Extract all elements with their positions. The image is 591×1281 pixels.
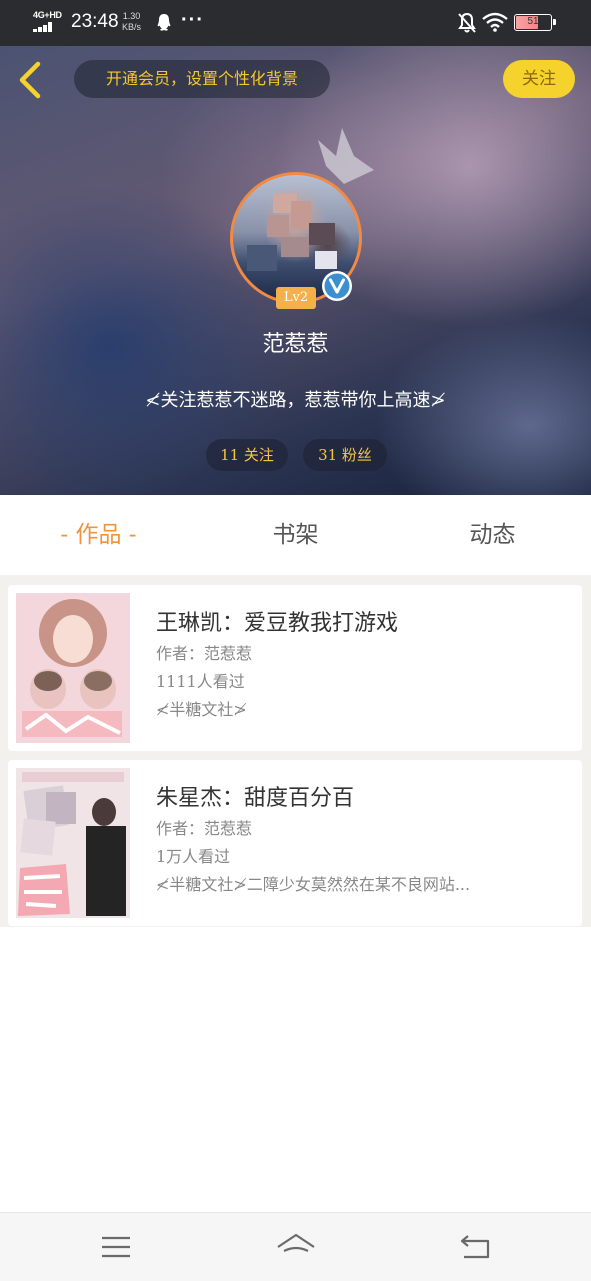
- network-speed: 1.30 KB/s: [122, 11, 142, 32]
- profile-signature: ≮关注惹惹不迷路，惹惹带你上高速≯: [145, 390, 446, 411]
- tab-activity[interactable]: 动态: [394, 495, 591, 575]
- qq-icon: [157, 14, 171, 31]
- following-count[interactable]: 11 关注: [206, 439, 288, 471]
- network-type: 4G+HD: [33, 10, 62, 20]
- back-icon[interactable]: [458, 1233, 492, 1261]
- clock: 23:48: [71, 11, 119, 32]
- work-title[interactable]: 朱星杰：甜度百分百: [156, 780, 354, 812]
- battery-icon: 51: [514, 14, 556, 31]
- mute-bell-icon: [458, 12, 476, 33]
- back-chevron-icon[interactable]: [14, 58, 50, 102]
- battery-level: 51: [527, 16, 539, 27]
- crown-icon: [318, 128, 374, 184]
- book-cover-image: [16, 768, 130, 918]
- tab-bookshelf[interactable]: 书架: [197, 495, 394, 575]
- work-author: 作者：范惹惹: [156, 819, 253, 838]
- tab-works[interactable]: - 作品 -: [0, 495, 197, 575]
- wifi-icon: [482, 12, 508, 32]
- profile-tabs: - 作品 - 书架 动态: [0, 495, 591, 575]
- book-cover-image: [16, 593, 130, 743]
- work-card[interactable]: 朱星杰：甜度百分百 作者：范惹惹 1万人看过 ≮半糖文社≯二障少女莫然然在某不良…: [8, 760, 582, 926]
- work-views: 1万人看过: [156, 847, 231, 866]
- follow-button[interactable]: 关注: [503, 60, 575, 98]
- work-author: 作者：范惹惹: [156, 644, 253, 663]
- system-navigation-bar: [0, 1212, 591, 1281]
- work-title[interactable]: 王琳凯：爱豆教我打游戏: [156, 605, 398, 637]
- username: 范惹惹: [262, 332, 329, 357]
- status-bar: 4G+HD 23:48 1.30 KB/s ··· 51: [0, 0, 591, 46]
- work-card[interactable]: 王琳凯：爱豆教我打游戏 作者：范惹惹 1111人看过 ≮半糖文社≯: [8, 585, 582, 751]
- work-description: ≮半糖文社≯二障少女莫然然在某不良网站...: [156, 875, 471, 894]
- level-badge: Lv2: [276, 287, 316, 309]
- more-notifications-icon: ···: [181, 9, 204, 31]
- menu-icon[interactable]: [100, 1233, 132, 1261]
- home-icon[interactable]: [276, 1231, 316, 1261]
- vip-background-banner[interactable]: 开通会员，设置个性化背景: [74, 60, 330, 98]
- signal-icon: 4G+HD: [33, 10, 65, 32]
- fans-count[interactable]: 31 粉丝: [303, 439, 387, 471]
- work-views: 1111人看过: [156, 672, 245, 691]
- verified-v-icon: [322, 271, 352, 301]
- work-description: ≮半糖文社≯: [156, 700, 247, 719]
